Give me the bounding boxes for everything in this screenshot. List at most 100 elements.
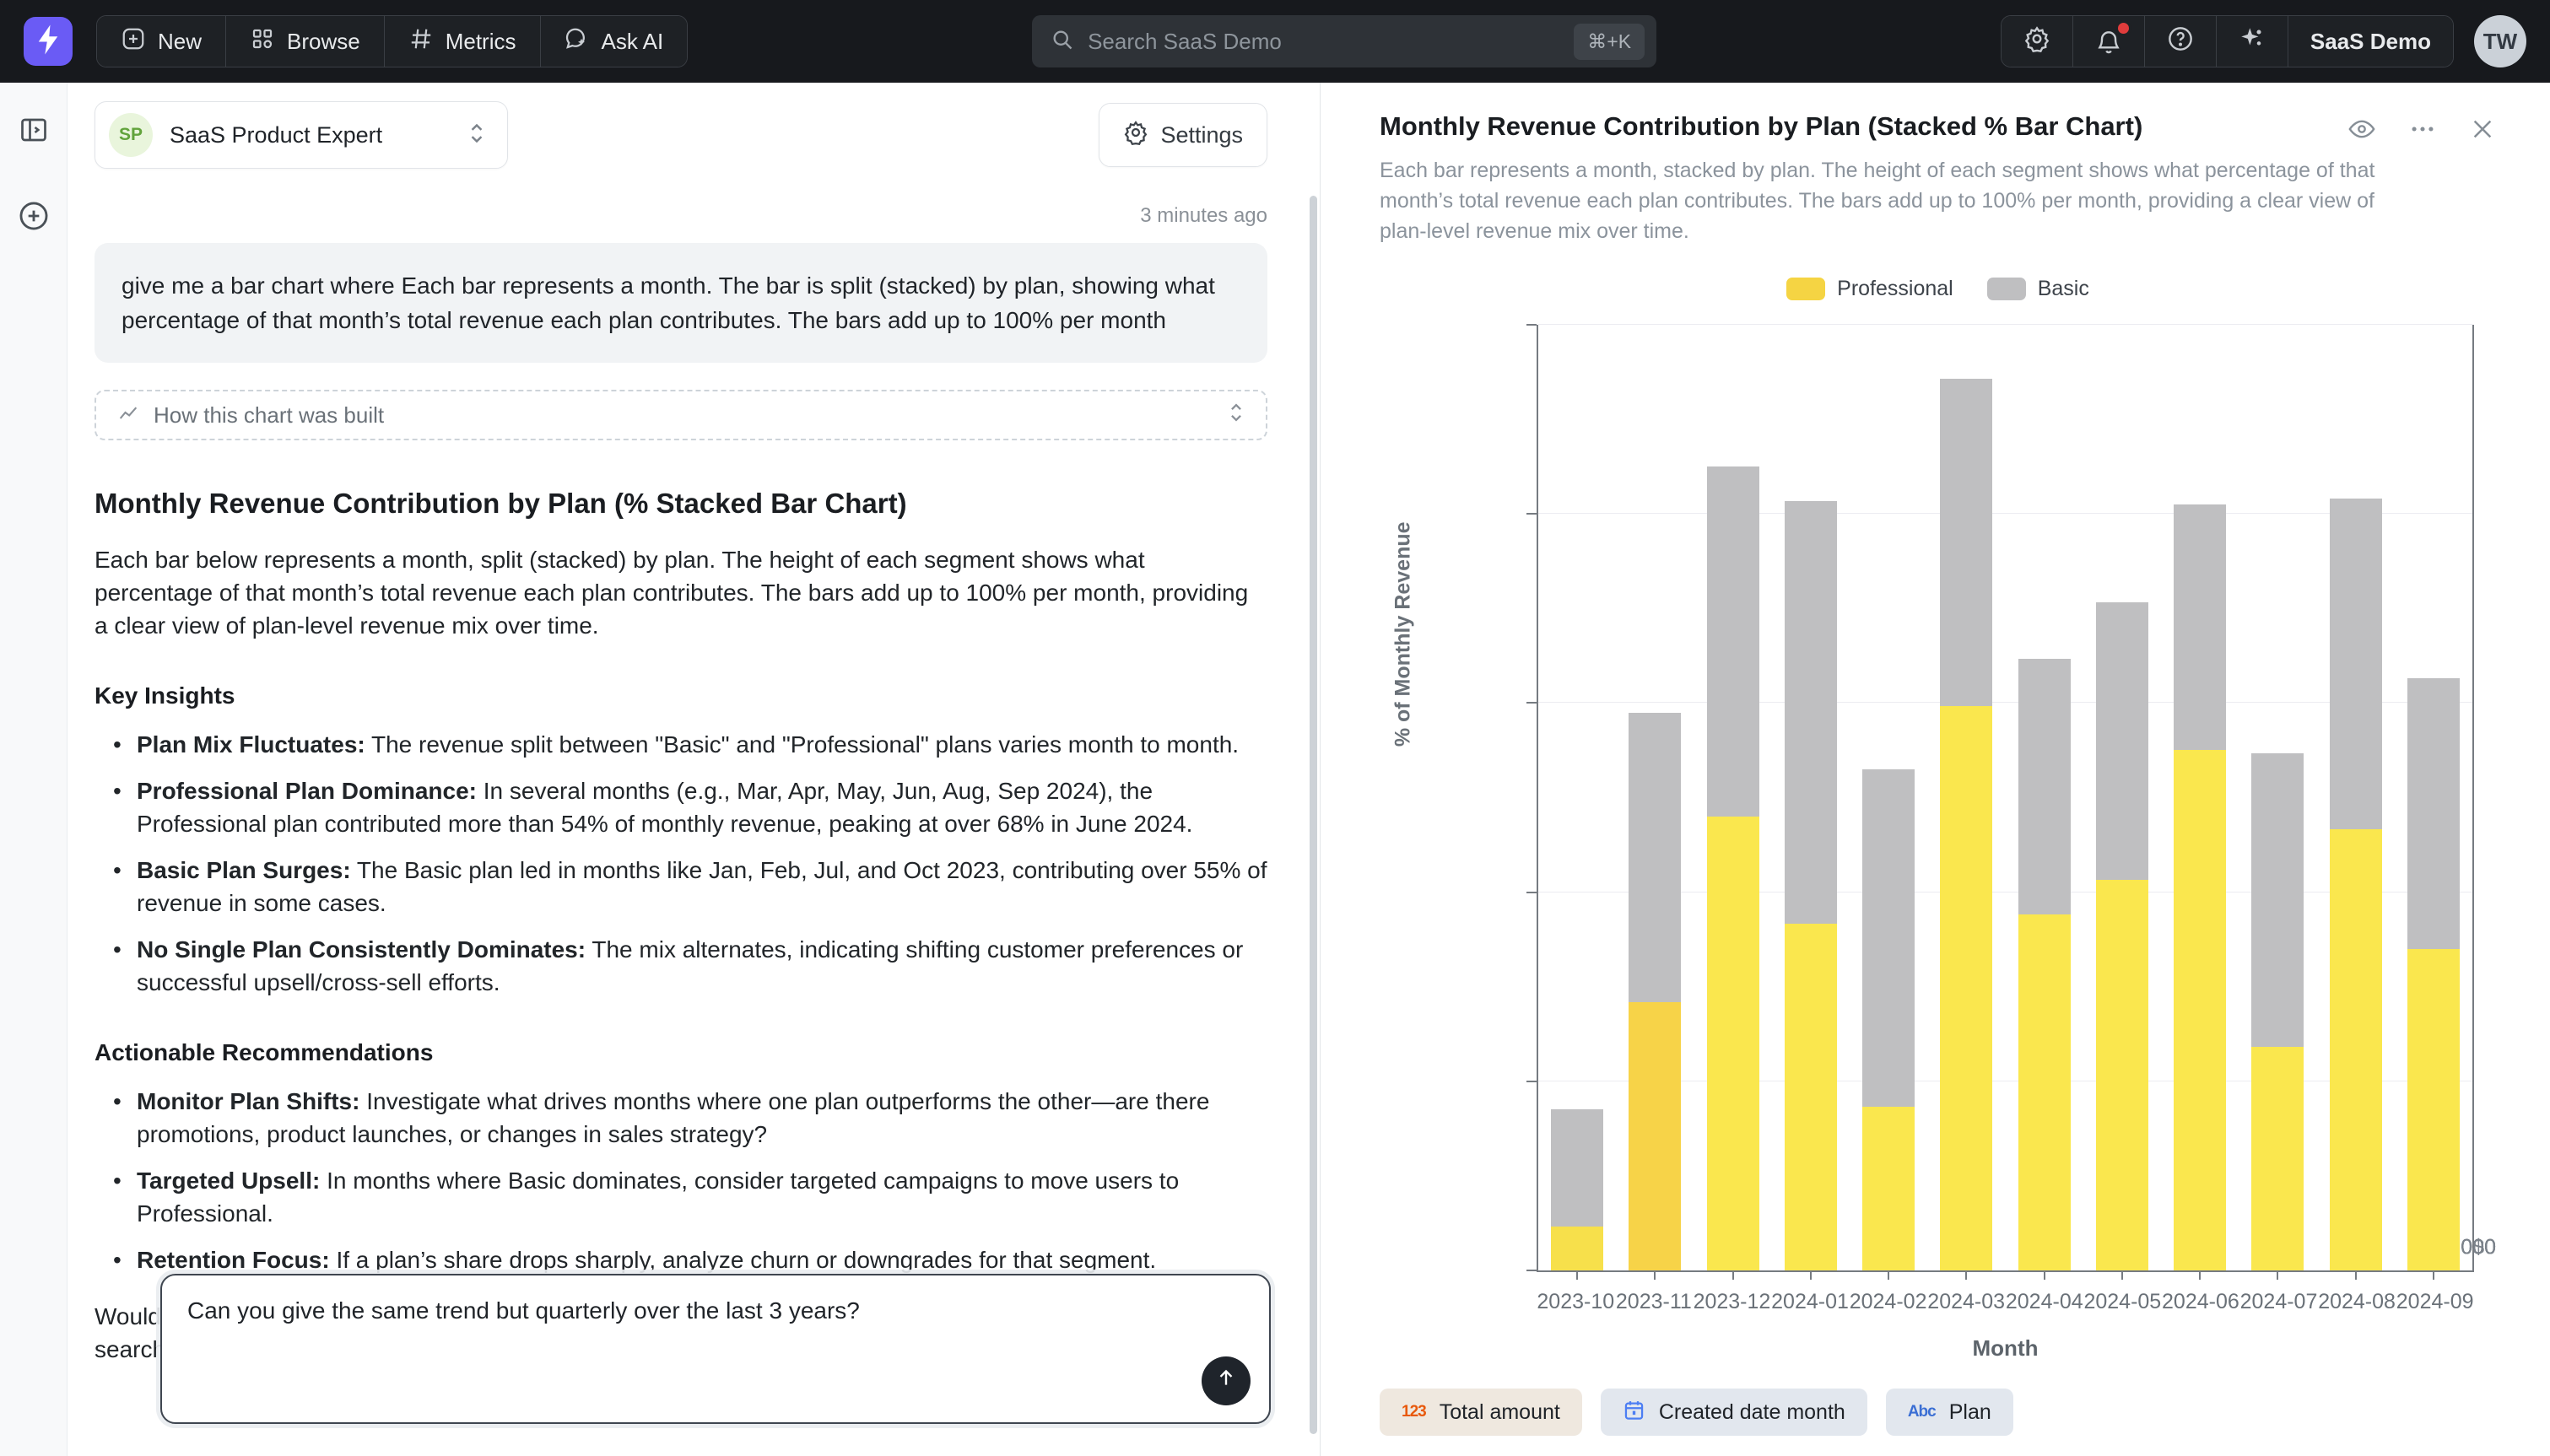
chart-panel-title: Monthly Revenue Contribution by Plan (St… [1380, 111, 2347, 142]
settings-nav-button[interactable] [2002, 16, 2072, 67]
bar-2024-09 [2407, 678, 2460, 1270]
bar-segment-basic [1707, 466, 1759, 817]
bar-segment-professional [2251, 1047, 2304, 1270]
new-label: New [158, 29, 202, 55]
message-composer[interactable]: Can you give the same trend but quarterl… [160, 1274, 1271, 1424]
plus-square-icon [121, 26, 146, 57]
top-nav: New Browse Metrics Ask AI Search SaaS [0, 0, 2550, 83]
legend-item-basic[interactable]: Basic [1987, 277, 2089, 301]
sidebar-toggle-icon[interactable] [19, 115, 49, 149]
bar-slot [1616, 325, 1694, 1270]
bar-2024-06 [2174, 504, 2226, 1270]
ask-ai-button[interactable]: Ask AI [540, 16, 688, 67]
bar-slot [1694, 325, 1772, 1270]
bar-2024-04 [2018, 659, 2071, 1270]
new-thread-icon[interactable] [18, 200, 50, 236]
help-button[interactable] [2144, 16, 2216, 67]
metrics-button[interactable]: Metrics [384, 16, 540, 67]
field-chips: 123Total amount Created date month AbcPlan [1380, 1389, 2496, 1436]
bullet-item: Targeted Upsell: In months where Basic d… [95, 1164, 1267, 1230]
search-icon [1051, 28, 1074, 56]
bars-row [1538, 325, 2472, 1270]
legend-swatch [1786, 278, 1825, 300]
bell-icon [2095, 28, 2122, 55]
bar-segment-professional [1785, 924, 1837, 1270]
agent-selector[interactable]: SP SaaS Product Expert [95, 101, 508, 169]
chip-label: Total amount [1440, 1400, 1560, 1425]
chip-created-date-month[interactable]: Created date month [1601, 1389, 1867, 1436]
bar-slot [2083, 325, 2161, 1270]
bar-segment-professional [1629, 1002, 1681, 1270]
y-axis-title: % of Monthly Revenue [1391, 521, 1416, 747]
user-avatar[interactable]: TW [2474, 15, 2526, 67]
ask-ai-label: Ask AI [602, 29, 664, 55]
bar-slot [2317, 325, 2395, 1270]
x-axis-title: Month [1537, 1335, 2474, 1362]
answer-intro: Each bar below represents a month, split… [95, 543, 1267, 642]
agent-settings-button[interactable]: Settings [1099, 103, 1267, 167]
legend-item-professional[interactable]: Professional [1786, 277, 1953, 301]
x-tick [2199, 1270, 2201, 1280]
browse-button[interactable]: Browse [225, 16, 384, 67]
x-tick-label: 2024-09 [2396, 1290, 2474, 1314]
y-tick [1526, 892, 1537, 893]
legend-label: Basic [2038, 277, 2089, 301]
chart-panel: Monthly Revenue Contribution by Plan (St… [1321, 83, 2550, 1456]
bullet-item: Professional Plan Dominance: In several … [95, 774, 1267, 840]
send-button[interactable] [1202, 1356, 1251, 1405]
metrics-label: Metrics [446, 29, 516, 55]
chat-scrollbar[interactable] [1310, 196, 1317, 1434]
key-insights-list: Plan Mix Fluctuates: The revenue split b… [95, 728, 1267, 999]
bar-segment-basic [1940, 379, 1992, 707]
global-search-input[interactable]: Search SaaS Demo ⌘+K [1032, 15, 1656, 67]
composer-input[interactable]: Can you give the same trend but quarterl… [187, 1297, 1159, 1324]
recommendations-list: Monitor Plan Shifts: Investigate what dr… [95, 1085, 1267, 1276]
bar-segment-professional [1707, 817, 1759, 1270]
project-label: SaaS Demo [2310, 29, 2431, 55]
bar-segment-basic [1629, 713, 1681, 1003]
x-tick-label: 2023-10 [1537, 1290, 1615, 1314]
x-tick [1810, 1270, 1812, 1280]
bar-segment-professional [2096, 880, 2148, 1270]
x-tick-label: 2024-05 [2083, 1290, 2162, 1314]
bar-segment-professional [1551, 1227, 1603, 1270]
chip-plan[interactable]: AbcPlan [1886, 1389, 2013, 1436]
bar-slot [2006, 325, 2083, 1270]
bar-slot [1538, 325, 1616, 1270]
new-button[interactable]: New [97, 16, 225, 67]
bar-slot [2239, 325, 2316, 1270]
y-tick [1526, 702, 1537, 704]
search-shortcut-badge: ⌘+K [1574, 24, 1645, 60]
y-tick [1526, 324, 1537, 326]
bar-slot [1927, 325, 2005, 1270]
bullet-item: Monitor Plan Shifts: Investigate what dr… [95, 1085, 1267, 1151]
sparkles-button[interactable] [2216, 16, 2288, 67]
legend-swatch [1987, 278, 2026, 300]
notifications-button[interactable] [2072, 16, 2144, 67]
bar-2023-12 [1707, 466, 1759, 1270]
bullet-lead: Retention Focus: [137, 1247, 330, 1273]
bar-segment-professional [2174, 750, 2226, 1270]
x-tick-label: 2023-11 [1615, 1290, 1694, 1314]
bullet-item: Basic Plan Surges: The Basic plan led in… [95, 854, 1267, 919]
x-tick [1654, 1270, 1656, 1280]
chevron-updown-icon [467, 121, 487, 150]
arrow-up-icon [1215, 1367, 1237, 1395]
view-eye-icon[interactable] [2347, 115, 2376, 143]
more-options-icon[interactable] [2408, 115, 2437, 143]
bar-slot [1850, 325, 1927, 1270]
bar-segment-professional [1940, 706, 1992, 1270]
project-switcher[interactable]: SaaS Demo [2288, 16, 2453, 67]
settings-label: Settings [1160, 122, 1243, 148]
plot-area [1537, 325, 2474, 1272]
app-logo[interactable] [24, 17, 73, 66]
x-tick-label: 2024-01 [1771, 1290, 1850, 1314]
how-chart-built-toggle[interactable]: How this chart was built [95, 390, 1267, 440]
chip-total-amount[interactable]: 123Total amount [1380, 1389, 1582, 1436]
stacked-bar-chart: $0$30,000$60,000$90,000$120,000$150,0002… [1380, 313, 2496, 1380]
close-icon[interactable] [2469, 116, 2496, 143]
calendar-icon [1623, 1399, 1645, 1426]
bar-slot [1772, 325, 1850, 1270]
message-timestamp: 3 minutes ago [95, 204, 1267, 228]
x-tick-label: 2023-12 [1693, 1290, 1771, 1314]
